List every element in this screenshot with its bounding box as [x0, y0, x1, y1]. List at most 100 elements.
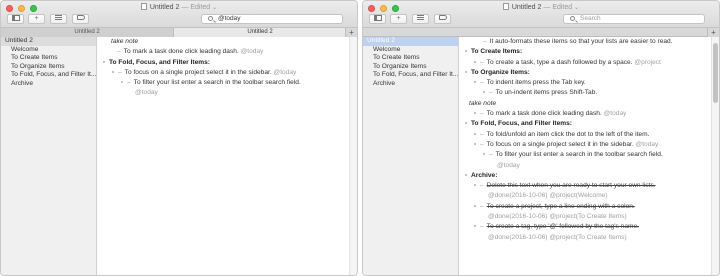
list-item[interactable]: – To un-indent items press Shift-Tab. [459, 88, 711, 98]
list-item[interactable]: – To create a task, type a dash followed … [459, 58, 711, 68]
sidebar-item-to-fold-focus-filter[interactable]: To Fold, Focus, and Filter It... [1, 71, 96, 80]
sidebar-item-welcome[interactable]: Welcome [1, 46, 96, 55]
sidebar-item-to-create-items[interactable]: To Create Items [363, 54, 458, 63]
task-dash[interactable]: – [127, 79, 131, 86]
tab-untitled-2-first[interactable]: Untitled 2 [1, 28, 174, 37]
scrollbar-thumb[interactable] [713, 43, 718, 103]
search-input[interactable]: Search [563, 14, 705, 24]
search-icon [208, 16, 213, 21]
tag-today: @today [497, 161, 520, 169]
task-dash[interactable]: – [489, 151, 493, 158]
task-dash[interactable]: – [117, 48, 121, 55]
task-dash[interactable]: – [483, 38, 487, 45]
editor[interactable]: take note – To mark a task done click lea… [97, 37, 349, 275]
add-tab-button[interactable]: + [707, 28, 719, 37]
search-input[interactable]: @today [201, 14, 343, 24]
task-dash[interactable]: – [480, 223, 484, 230]
list-item[interactable]: – Delete this text when you are ready to … [459, 181, 711, 191]
list-item[interactable]: To Create Items: [459, 47, 711, 57]
toggle-sidebar-button[interactable] [7, 14, 24, 24]
sidebar-item-welcome[interactable]: Welcome [363, 46, 458, 55]
list-item[interactable]: – It auto-formats these items so that you… [459, 37, 711, 47]
fold-dot[interactable] [474, 142, 476, 145]
sidebar-item-to-organize-items[interactable]: To Organize Items [1, 63, 96, 72]
list-item[interactable]: – To create a tag, type '@' followed by t… [459, 222, 711, 232]
fold-dot[interactable] [474, 204, 476, 207]
chevron-down-icon[interactable]: ⌄ [212, 5, 217, 11]
tab-untitled-2-second[interactable]: Untitled 2 [174, 28, 347, 37]
fold-dot[interactable] [474, 81, 476, 84]
list-item[interactable]: @done(2016-10-06) @project(Welcome) [459, 191, 711, 201]
list-item[interactable]: – To filter your list enter a search in t… [97, 78, 349, 88]
list-item[interactable]: @today [459, 161, 711, 171]
list-item[interactable]: @done(2016-10-06) @project(To Create Ite… [459, 233, 711, 243]
task-dash[interactable]: – [118, 69, 122, 76]
list-item[interactable]: take note [97, 37, 349, 47]
list-item[interactable]: To Fold, Focus, and Filter Items: [459, 119, 711, 129]
fold-dot[interactable] [474, 184, 476, 187]
add-tab-button[interactable]: + [345, 28, 357, 37]
right-window: Untitled 2 — Edited ⌄ + Search + Untitle… [362, 0, 720, 276]
fold-dot[interactable] [465, 50, 467, 53]
list-item[interactable]: take note [459, 99, 711, 109]
add-item-button[interactable]: + [390, 14, 407, 24]
task-dash[interactable]: – [480, 110, 484, 117]
list-item[interactable]: – To indent items press the Tab key. [459, 78, 711, 88]
fold-dot[interactable] [465, 173, 467, 176]
list-button[interactable] [50, 14, 67, 24]
fold-dot[interactable] [465, 122, 467, 125]
fold-dot[interactable] [474, 132, 476, 135]
sidebar-item-to-create-items[interactable]: To Create Items [1, 54, 96, 63]
list-item[interactable]: To Fold, Focus, and Filter Items: [97, 58, 349, 68]
task-dash[interactable]: – [480, 203, 484, 210]
sidebar: Untitled 2 Welcome To Create Items To Or… [363, 37, 459, 275]
sidebar-item-root[interactable]: Untitled 2 [363, 37, 458, 46]
fold-dot[interactable] [465, 70, 467, 73]
add-item-button[interactable]: + [28, 14, 45, 24]
sidebar-item-archive[interactable]: Archive [1, 80, 96, 89]
fold-dot[interactable] [474, 112, 476, 115]
tag-button[interactable] [72, 14, 89, 24]
list-item[interactable]: Archive: [459, 171, 711, 181]
fold-dot[interactable] [103, 60, 105, 63]
sidebar-item-to-organize-items[interactable]: To Organize Items [363, 63, 458, 72]
tag-done: @done(2016-10-06) @project(To Create Ite… [488, 213, 627, 221]
scrollbar[interactable] [711, 37, 719, 275]
list-item[interactable]: – To focus on a single project select it … [459, 140, 711, 150]
fold-dot[interactable] [483, 153, 485, 156]
list-item[interactable]: – To focus on a single project select it … [97, 68, 349, 78]
fold-dot[interactable] [121, 81, 123, 84]
editor[interactable]: – It auto-formats these items so that you… [459, 37, 711, 275]
scrollbar[interactable] [349, 37, 357, 275]
tag-today: @today [603, 110, 627, 118]
chevron-down-icon[interactable]: ⌄ [574, 5, 579, 11]
task-dash[interactable]: – [489, 89, 493, 96]
fold-dot[interactable] [483, 91, 485, 94]
list-item[interactable]: – To create a project, type a line ending… [459, 202, 711, 212]
list-item[interactable]: @done(2016-10-06) @project(To Create Ite… [459, 212, 711, 222]
list-item[interactable]: To Organize Items: [459, 68, 711, 78]
sidebar-item-archive[interactable]: Archive [363, 80, 458, 89]
task-dash[interactable]: – [480, 182, 484, 189]
list-item[interactable]: – To mark a task done click leading dash.… [97, 47, 349, 57]
edited-status: Edited [190, 4, 211, 11]
list-item[interactable]: – To fold/unfold an item click the dot to… [459, 130, 711, 140]
sidebar-item-to-fold-focus-filter[interactable]: To Fold, Focus, and Filter It... [363, 71, 458, 80]
edited-status: Edited [552, 4, 573, 11]
tag-button[interactable] [434, 14, 451, 24]
task-dash[interactable]: – [480, 131, 484, 138]
list-button[interactable] [412, 14, 429, 24]
fold-dot[interactable] [112, 70, 114, 73]
list-item[interactable]: – To mark a task done click leading dash.… [459, 109, 711, 119]
fold-dot[interactable] [474, 225, 476, 228]
toggle-sidebar-button[interactable] [369, 14, 386, 24]
fold-dot[interactable] [474, 60, 476, 63]
sidebar-item-root[interactable]: Untitled 2 [1, 37, 96, 46]
titlebar: Untitled 2 — Edited ⌄ + Search [363, 1, 719, 28]
task-dash[interactable]: – [480, 59, 484, 66]
task-dash[interactable]: – [480, 141, 484, 148]
list-item[interactable]: @today [97, 88, 349, 98]
list-icon [417, 15, 424, 20]
task-dash[interactable]: – [480, 79, 484, 86]
list-item[interactable]: – To filter your list enter a search in t… [459, 150, 711, 160]
